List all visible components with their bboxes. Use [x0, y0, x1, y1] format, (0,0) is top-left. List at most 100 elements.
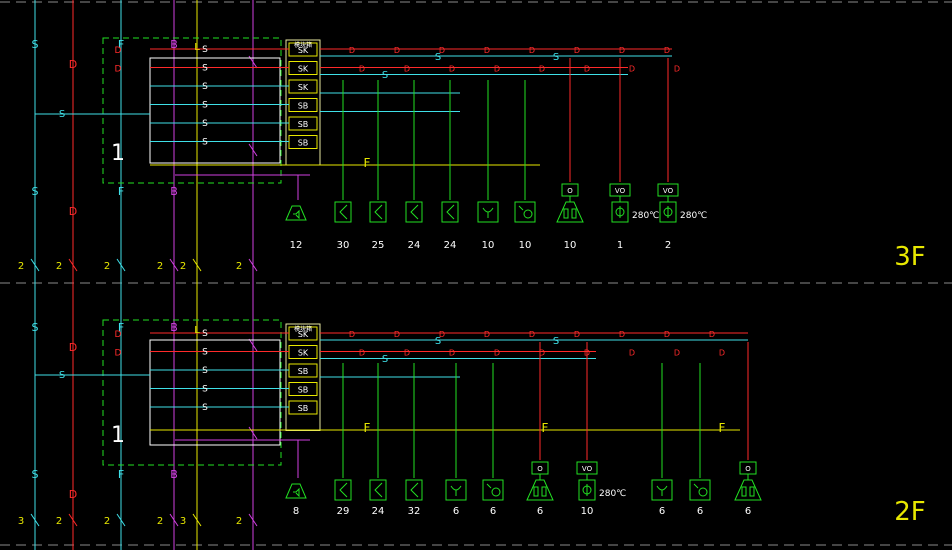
trunk-s-label: S	[32, 468, 39, 481]
trunk-f-label: F	[118, 185, 124, 198]
bus-d-marker: D	[449, 65, 455, 74]
device-count: 6	[453, 506, 459, 517]
bus-d-marker: D	[404, 65, 410, 74]
bus-d-marker: D	[584, 349, 590, 358]
background	[0, 0, 952, 550]
trunk-d-label: D	[115, 349, 122, 359]
bus-d-marker: D	[674, 65, 680, 74]
trunk-b-label: B	[170, 321, 178, 334]
bus-d-marker: D	[484, 330, 490, 339]
junction-f-label: F	[542, 421, 549, 435]
riser-count: 2	[18, 261, 24, 272]
device-count: 10	[519, 240, 532, 251]
junction-s-label: S	[202, 138, 208, 148]
junction-f-label: F	[364, 421, 371, 435]
bus-d-marker: D	[539, 349, 545, 358]
module-label: SB	[298, 139, 309, 148]
device-count: 32	[408, 506, 421, 517]
riser-count: 2	[104, 516, 110, 527]
junction-s-label: S	[202, 403, 208, 413]
bus-d-marker: D	[349, 46, 355, 55]
junction-f-label: F	[364, 156, 371, 170]
module-label: SB	[298, 102, 309, 111]
junction-s-label: S	[202, 348, 208, 358]
bus-d-marker: D	[584, 65, 590, 74]
device-count: 30	[337, 240, 350, 251]
device-count: 8	[293, 506, 299, 517]
device-count: 10	[581, 506, 594, 517]
riser-count: 2	[56, 261, 62, 272]
bus-d-marker: D	[719, 349, 725, 358]
device-count: 6	[745, 506, 751, 517]
junction-s-label: S	[202, 64, 208, 74]
bus-d-marker: D	[359, 349, 365, 358]
device-count: 6	[697, 506, 703, 517]
bus-d-marker: D	[619, 330, 625, 339]
device-count: 10	[564, 240, 577, 251]
module-tag: O	[567, 187, 573, 195]
bus-d-marker: D	[359, 65, 365, 74]
device-count: 6	[537, 506, 543, 517]
junction-s-label: S	[59, 109, 65, 120]
panel-number: 1	[111, 141, 125, 166]
bus-d-marker: D	[394, 46, 400, 55]
bus-d-marker: D	[674, 349, 680, 358]
riser-count: 2	[104, 261, 110, 272]
device-count: 29	[337, 506, 350, 517]
device-count: 10	[482, 240, 495, 251]
trunk-b-label: B	[170, 38, 178, 51]
bus-d-marker: D	[484, 46, 490, 55]
device-count: 1	[617, 240, 623, 251]
junction-s-label: S	[382, 354, 388, 365]
trunk-y-label: L	[194, 325, 200, 336]
device-count: 12	[290, 240, 303, 251]
device-count: 24	[372, 506, 385, 517]
riser-count: 3	[180, 516, 186, 527]
floor-label: 3F	[894, 242, 926, 272]
trunk-d-label: D	[115, 65, 122, 75]
device-count: 6	[659, 506, 665, 517]
temperature-note: 280℃	[599, 489, 626, 499]
module-label: SK	[298, 65, 309, 74]
module-label: SB	[298, 367, 309, 376]
bus-d-marker: D	[664, 46, 670, 55]
module-label: SB	[298, 404, 309, 413]
trunk-b-label: B	[170, 185, 178, 198]
trunk-s-label: S	[32, 321, 39, 334]
module-label: SK	[298, 349, 309, 358]
module-label: SK	[298, 83, 309, 92]
bus-d-marker: D	[664, 330, 670, 339]
junction-s-label: S	[435, 52, 441, 63]
bus-d-marker: D	[709, 330, 715, 339]
device-count: 24	[444, 240, 457, 251]
bus-d-marker: D	[574, 46, 580, 55]
device-count: 6	[490, 506, 496, 517]
trunk-d-label: D	[115, 46, 122, 56]
riser-count: 2	[157, 261, 163, 272]
junction-s-label: S	[435, 336, 441, 347]
module-tag: O	[537, 465, 543, 473]
junction-s-label: S	[202, 45, 208, 55]
module-tag: VO	[615, 187, 626, 195]
bus-d-marker: D	[629, 349, 635, 358]
floor-label: 2F	[894, 497, 926, 527]
trunk-d-label: D	[69, 58, 77, 71]
module-label: SK	[298, 46, 309, 55]
junction-s-label: S	[202, 385, 208, 395]
trunk-d-label: D	[69, 341, 77, 354]
bus-d-marker: D	[494, 65, 500, 74]
bus-d-marker: D	[404, 349, 410, 358]
panel-number: 1	[111, 423, 125, 448]
junction-s-label: S	[202, 101, 208, 111]
junction-s-label: S	[553, 52, 559, 63]
device-count: 24	[408, 240, 421, 251]
module-tag: VO	[663, 187, 674, 195]
junction-s-label: S	[382, 70, 388, 81]
module-label: SB	[298, 120, 309, 129]
module-label: SB	[298, 386, 309, 395]
trunk-s-label: S	[32, 185, 39, 198]
riser-count: 2	[236, 261, 242, 272]
device-count: 2	[665, 240, 671, 251]
junction-f-label: F	[719, 421, 726, 435]
junction-s-label: S	[202, 329, 208, 339]
